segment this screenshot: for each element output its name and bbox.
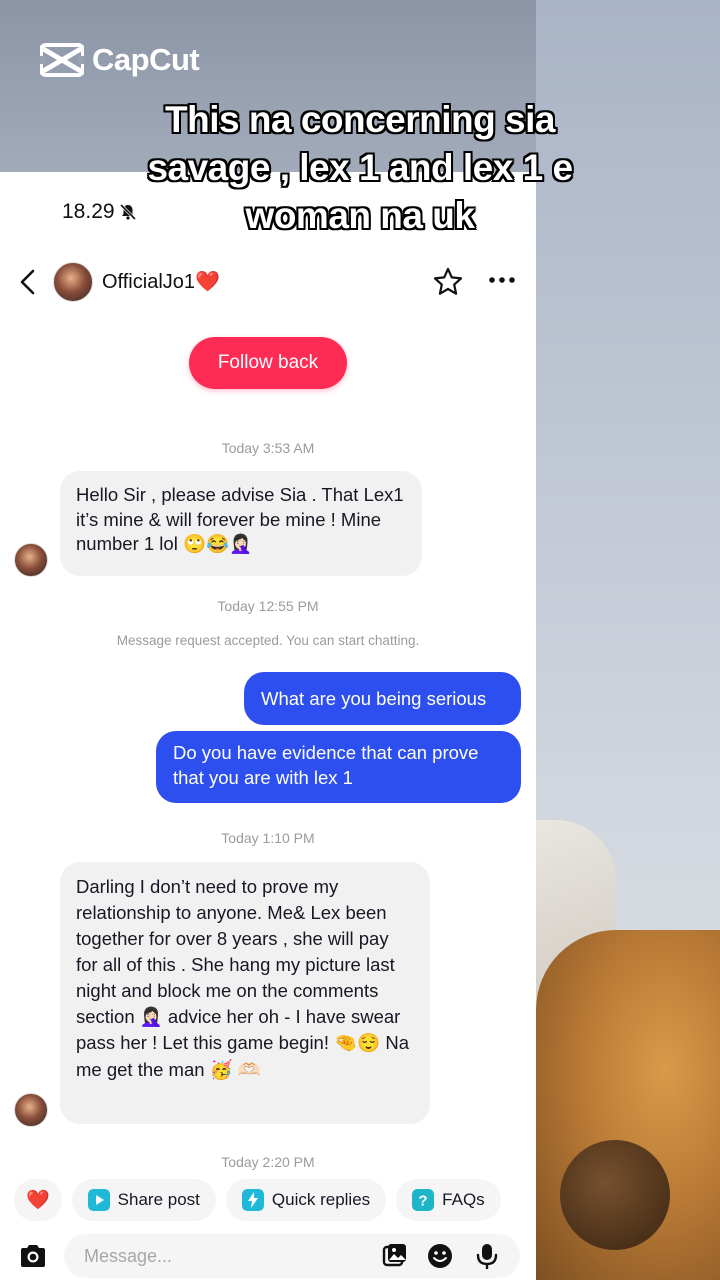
- avatar[interactable]: [53, 262, 93, 302]
- faqs-button[interactable]: ? FAQs: [396, 1179, 501, 1221]
- status-time: 18.29: [62, 200, 115, 223]
- system-message: Message request accepted. You can start …: [116, 633, 420, 648]
- lightning-icon: [241, 1189, 264, 1211]
- share-post-icon: [87, 1189, 110, 1211]
- heart-icon: ❤️: [26, 1190, 50, 1211]
- video-caption: This na concerning sia savage , lex 1 an…: [147, 99, 573, 237]
- status-bar: 18.29: [62, 200, 137, 224]
- image-icon[interactable]: [381, 1242, 409, 1270]
- message-timestamp: Today 12:55 PM: [217, 598, 319, 614]
- quick-replies-label: Quick replies: [271, 1190, 371, 1209]
- sender-avatar[interactable]: [14, 1093, 48, 1127]
- heart-button[interactable]: ❤️: [14, 1179, 62, 1221]
- follow-back-button[interactable]: Follow back: [189, 337, 347, 389]
- chat-username[interactable]: OfficialJo1❤️: [102, 269, 220, 294]
- faqs-label: FAQs: [442, 1190, 485, 1209]
- sender-avatar[interactable]: [14, 543, 48, 577]
- capcut-brand: CapCut: [92, 42, 200, 77]
- dog-snout: [560, 1140, 670, 1250]
- chevron-left-icon[interactable]: [16, 268, 40, 296]
- chat-header: OfficialJo1❤️: [0, 256, 536, 306]
- question-icon: ?: [412, 1189, 435, 1211]
- message-timestamp: Today 2:20 PM: [221, 1154, 315, 1170]
- more-horizontal-icon[interactable]: [486, 268, 518, 292]
- incoming-message[interactable]: Darling I don’t need to prove my relatio…: [60, 862, 430, 1124]
- svg-text:?: ?: [419, 1193, 428, 1210]
- quick-replies-button[interactable]: Quick replies: [225, 1179, 387, 1221]
- capcut-watermark: CapCut: [40, 42, 200, 78]
- quick-actions-bar: ❤️ Share post Quick replies ? FAQs: [0, 1176, 536, 1224]
- outgoing-message[interactable]: What are you being serious: [244, 672, 521, 725]
- message-timestamp: Today 1:10 PM: [221, 830, 315, 846]
- outgoing-message[interactable]: Do you have evidence that can prove that…: [156, 731, 521, 803]
- star-outline-icon[interactable]: [432, 266, 464, 298]
- chat-screen: 18.29 OfficialJo1❤️ Follow back Today 3:…: [0, 172, 536, 1280]
- message-timestamp: Today 3:53 AM: [221, 440, 315, 456]
- message-composer: [0, 1232, 536, 1280]
- microphone-icon[interactable]: [473, 1242, 501, 1270]
- capcut-logo-icon: [40, 43, 84, 77]
- emoji-icon[interactable]: [426, 1242, 454, 1270]
- incoming-message[interactable]: Hello Sir , please advise Sia . That Lex…: [60, 471, 422, 576]
- camera-icon[interactable]: [18, 1242, 48, 1270]
- share-post-label: Share post: [117, 1190, 200, 1209]
- share-post-button[interactable]: Share post: [71, 1179, 216, 1221]
